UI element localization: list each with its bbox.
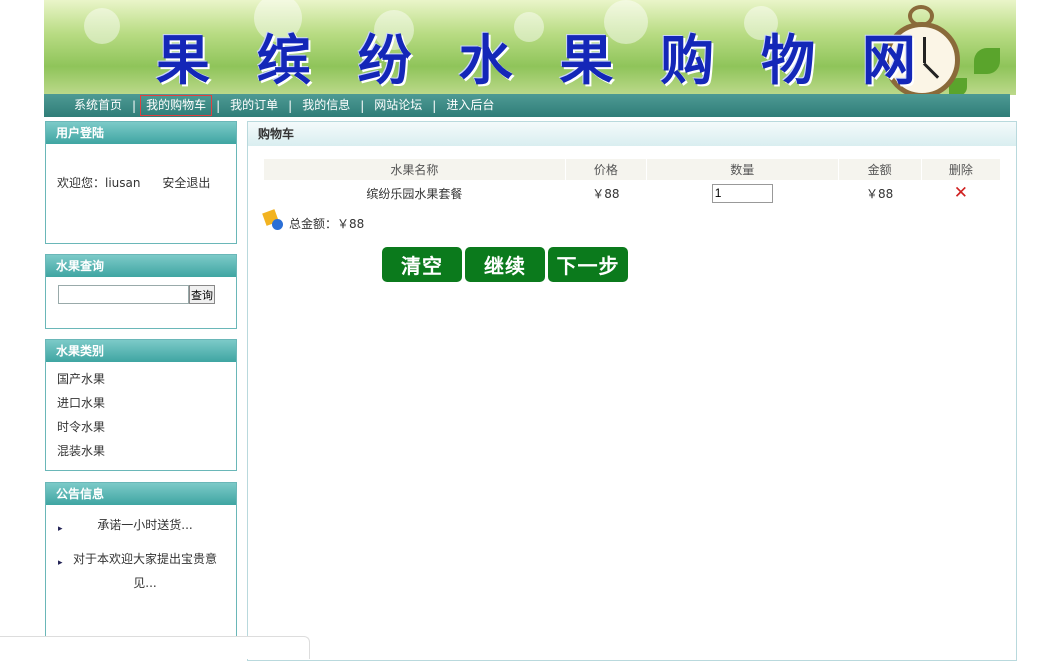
continue-shopping-button[interactable]: 继续 [465, 247, 545, 282]
notice-panel-title: 公告信息 [46, 483, 236, 505]
nav-item-home[interactable]: 系统首页 [68, 95, 128, 116]
search-panel: 水果查询 查询 [45, 254, 237, 329]
search-panel-title: 水果查询 [46, 255, 236, 277]
column-header-quantity: 数量 [647, 159, 838, 180]
bullet-icon: ▸ [58, 558, 63, 568]
site-title-char: 果 [156, 28, 210, 92]
banner-bokeh [84, 8, 120, 44]
browser-status-bar [0, 636, 310, 659]
category-link-mixed[interactable]: 混装水果 [57, 440, 236, 464]
nav-separator: | [288, 98, 293, 113]
leaf-decoration [974, 48, 1000, 74]
site-banner: 果 缤 纷 水 果 购 物 网 [44, 0, 1016, 95]
category-panel-title: 水果类别 [46, 340, 236, 362]
bullet-icon: ▸ [58, 524, 63, 534]
notice-item[interactable]: ▸ 对于本欢迎大家提出宝贵意见... [58, 547, 224, 595]
cart-item-price: ￥88 [592, 186, 620, 201]
nav-item-forum[interactable]: 网站论坛 [368, 95, 428, 116]
category-link-domestic[interactable]: 国产水果 [57, 368, 236, 392]
welcome-text: 欢迎您：liusan [57, 176, 141, 190]
nav-separator: | [216, 98, 221, 113]
clear-cart-button[interactable]: 清空 [382, 247, 462, 282]
next-step-button[interactable]: 下一步 [548, 247, 628, 282]
logout-link[interactable]: 安全退出 [162, 176, 210, 190]
column-header-delete: 删除 [921, 159, 1000, 180]
column-header-amount: 金额 [838, 159, 921, 180]
cart-item-amount: ￥88 [866, 186, 894, 201]
notice-text[interactable]: 承诺一小时送货... [66, 513, 224, 537]
nav-item-admin[interactable]: 进入后台 [440, 95, 500, 116]
notice-item[interactable]: ▸ 承诺一小时送货... [58, 513, 224, 541]
column-header-name: 水果名称 [264, 159, 565, 180]
cart-panel: 购物车 水果名称 价格 数量 金额 删除 缤纷乐园水果套餐 ￥88 ￥88 ✕ [247, 121, 1017, 661]
nav-item-profile[interactable]: 我的信息 [296, 95, 356, 116]
category-panel: 水果类别 国产水果 进口水果 时令水果 混装水果 [45, 339, 237, 471]
main-nav: 系统首页 | 我的购物车 | 我的订单 | 我的信息 | 网站论坛 | 进入后台 [44, 94, 1010, 117]
cart-item-quantity-cell [647, 180, 838, 206]
cart-actions: 清空 继续 下一步 [382, 247, 628, 282]
search-button[interactable]: 查询 [189, 285, 215, 304]
site-title-char: 缤 [256, 28, 311, 92]
nav-separator: | [132, 98, 137, 113]
nav-separator: | [432, 98, 437, 113]
delete-icon[interactable]: ✕ [954, 183, 968, 203]
notice-panel: 公告信息 ▸ 承诺一小时送货... ▸ 对于本欢迎大家提出宝贵意见... [45, 482, 237, 642]
nav-separator: | [360, 98, 365, 113]
search-input[interactable] [58, 285, 189, 304]
category-link-imported[interactable]: 进口水果 [57, 392, 236, 416]
quantity-input[interactable] [711, 183, 773, 203]
cart-total: 总金额：￥88 [262, 208, 365, 232]
site-title: 果 缤 纷 水 果 购 物 网 [156, 30, 916, 90]
gift-icon [262, 208, 285, 232]
cart-item-delete-cell: ✕ [922, 180, 1000, 206]
site-title-char: 水 [458, 28, 513, 92]
cart-table: 水果名称 价格 数量 金额 删除 缤纷乐园水果套餐 ￥88 ￥88 ✕ [263, 159, 1001, 206]
column-header-price: 价格 [565, 159, 647, 180]
nav-item-cart[interactable]: 我的购物车 [140, 95, 213, 116]
nav-item-orders[interactable]: 我的订单 [224, 95, 284, 116]
category-link-seasonal[interactable]: 时令水果 [57, 416, 236, 440]
site-title-char: 物 [761, 28, 816, 92]
site-title-char: 网 [861, 28, 916, 92]
total-amount: 总金额：￥88 [289, 217, 365, 231]
cart-item-name: 缤纷乐园水果套餐 [366, 186, 463, 201]
notice-text[interactable]: 对于本欢迎大家提出宝贵意见... [66, 547, 224, 595]
table-row: 缤纷乐园水果套餐 ￥88 ￥88 ✕ [264, 180, 1000, 206]
site-title-char: 纷 [357, 28, 412, 92]
cart-panel-title: 购物车 [248, 122, 1016, 146]
login-panel-title: 用户登陆 [46, 122, 236, 144]
site-title-char: 购 [660, 28, 715, 92]
site-title-char: 果 [559, 28, 614, 92]
login-panel: 用户登陆 欢迎您：liusan 安全退出 [45, 121, 237, 244]
